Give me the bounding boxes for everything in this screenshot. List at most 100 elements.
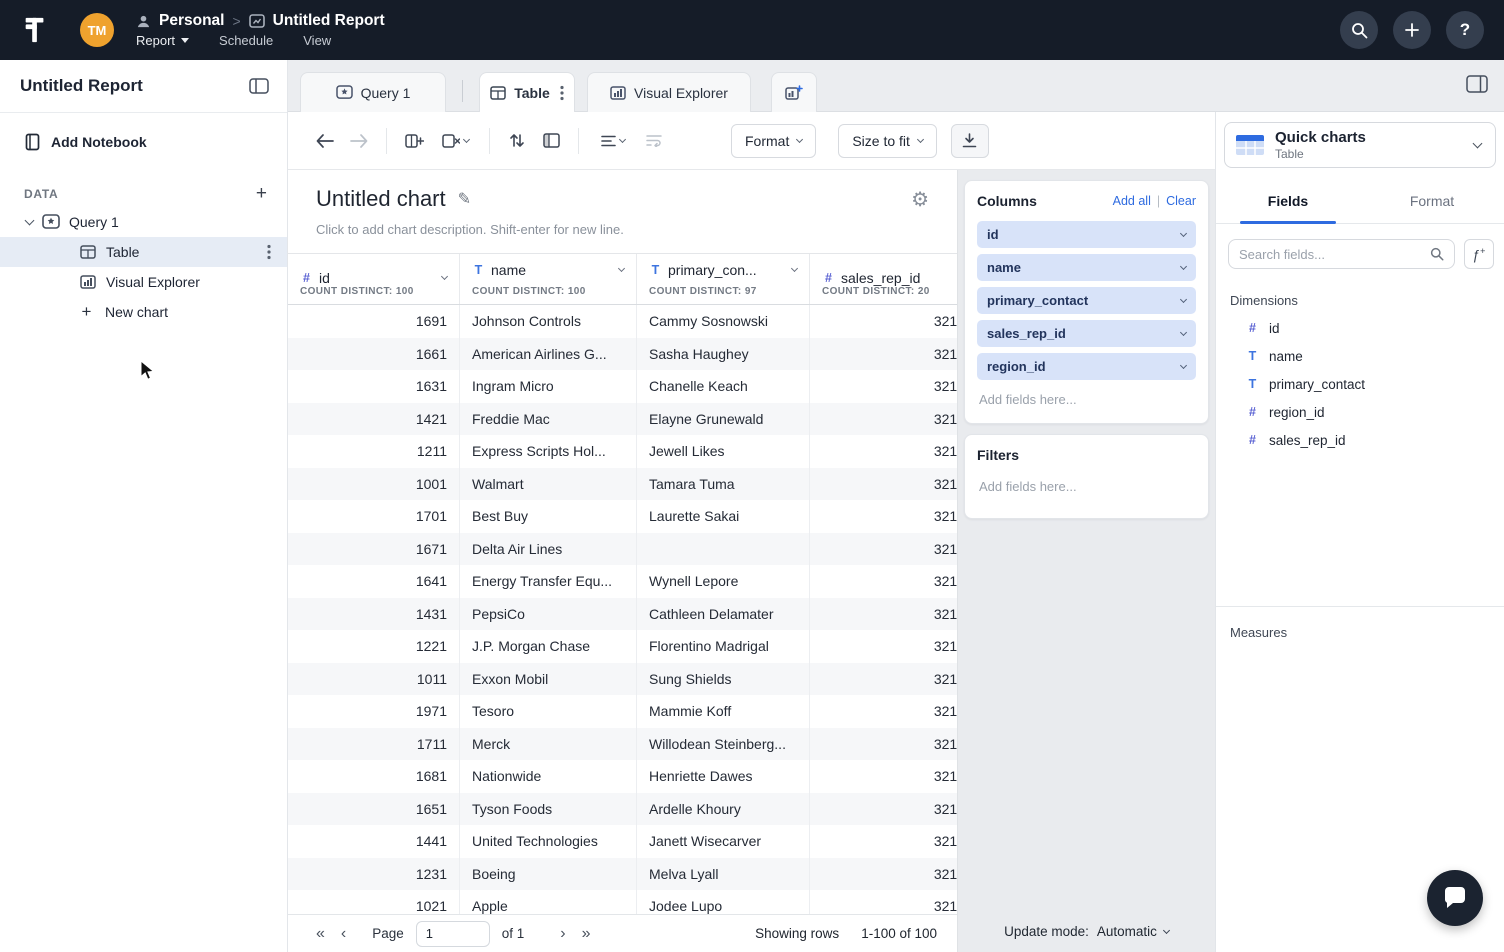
cell-id[interactable]: 1971 <box>288 695 460 728</box>
kebab-menu-icon[interactable] <box>267 244 271 260</box>
undo-back-button[interactable] <box>308 124 342 158</box>
format-button[interactable]: Format <box>731 124 816 158</box>
cell-id[interactable]: 1211 <box>288 435 460 468</box>
cell-name[interactable]: Delta Air Lines <box>460 533 637 566</box>
table-row[interactable]: 1671Delta Air Lines3215 <box>288 533 957 566</box>
cell-name[interactable]: Walmart <box>460 468 637 501</box>
cell-name[interactable]: Exxon Mobil <box>460 663 637 696</box>
cell-name[interactable]: Energy Transfer Equ... <box>460 565 637 598</box>
cell-rep[interactable]: 3215 <box>810 695 957 728</box>
field-item-id[interactable]: #id <box>1216 314 1504 342</box>
table-row[interactable]: 1691Johnson ControlsCammy Sosnowski3215 <box>288 305 957 338</box>
table-row[interactable]: 1711MerckWillodean Steinberg...3215 <box>288 728 957 761</box>
cell-contact[interactable]: Chanelle Keach <box>637 370 810 403</box>
cell-contact[interactable]: Henriette Dawes <box>637 760 810 793</box>
add-notebook-button[interactable]: Add Notebook <box>0 113 287 159</box>
tab-table[interactable]: Table <box>479 72 575 112</box>
table-row[interactable]: 1011Exxon MobilSung Shields3215 <box>288 663 957 696</box>
cell-id[interactable]: 1011 <box>288 663 460 696</box>
cell-id[interactable]: 1691 <box>288 305 460 338</box>
chevron-down-icon[interactable] <box>441 273 448 280</box>
cell-contact[interactable]: Florentino Madrigal <box>637 630 810 663</box>
search-fields-input[interactable] <box>1239 247 1430 262</box>
cell-name[interactable]: Tyson Foods <box>460 793 637 826</box>
cell-name[interactable]: Johnson Controls <box>460 305 637 338</box>
cell-rep[interactable]: 3215 <box>810 370 957 403</box>
quick-charts-select[interactable]: Quick charts Table <box>1224 122 1496 168</box>
kebab-menu-icon[interactable] <box>560 85 564 101</box>
cell-id[interactable]: 1661 <box>288 338 460 371</box>
table-row[interactable]: 1631Ingram MicroChanelle Keach3215 <box>288 370 957 403</box>
add-data-button[interactable]: + <box>256 187 267 201</box>
cell-id[interactable]: 1421 <box>288 403 460 436</box>
cell-rep[interactable]: 3215 <box>810 793 957 826</box>
table-row[interactable]: 1221J.P. Morgan ChaseFlorentino Madrigal… <box>288 630 957 663</box>
delete-column-button[interactable] <box>431 124 479 158</box>
column-pill-region_id[interactable]: region_id <box>977 353 1196 380</box>
text-align-button[interactable] <box>589 124 637 158</box>
cell-id[interactable]: 1441 <box>288 825 460 858</box>
cell-contact[interactable]: Elayne Grunewald <box>637 403 810 436</box>
cell-rep[interactable]: 3215 <box>810 825 957 858</box>
column-header-rep[interactable]: #sales_rep_idCOUNT DISTINCT: 20 <box>810 254 957 304</box>
table-row[interactable]: 1211Express Scripts Hol...Jewell Likes32… <box>288 435 957 468</box>
cell-rep[interactable]: 3215 <box>810 533 957 566</box>
edit-pencil-icon[interactable]: ✎ <box>458 189 471 209</box>
cell-id[interactable]: 1231 <box>288 858 460 891</box>
chevron-down-icon[interactable] <box>618 265 625 272</box>
column-header-id[interactable]: #idCOUNT DISTINCT: 100 <box>288 254 460 304</box>
add-button[interactable] <box>1393 11 1431 49</box>
next-page-icon[interactable]: › <box>552 925 573 943</box>
cell-contact[interactable]: Jewell Likes <box>637 435 810 468</box>
table-row[interactable]: 1231BoeingMelva Lyall3215 <box>288 858 957 891</box>
breadcrumb-workspace[interactable]: Personal <box>159 12 224 30</box>
user-avatar[interactable]: TM <box>80 13 114 47</box>
cell-rep[interactable]: 3215 <box>810 403 957 436</box>
add-all-link[interactable]: Add all <box>1113 194 1151 208</box>
cell-rep[interactable]: 3215 <box>810 630 957 663</box>
app-logo-icon[interactable] <box>18 16 52 44</box>
column-pill-id[interactable]: id <box>977 221 1196 248</box>
cell-id[interactable]: 1701 <box>288 500 460 533</box>
cell-id[interactable]: 1711 <box>288 728 460 761</box>
column-header-contact[interactable]: Tprimary_con...COUNT DISTINCT: 97 <box>637 254 810 304</box>
sidebar-item-query-1[interactable]: Query 1 <box>0 209 287 237</box>
cell-contact[interactable] <box>637 533 810 566</box>
cell-contact[interactable]: Laurette Sakai <box>637 500 810 533</box>
cell-contact[interactable]: Jodee Lupo <box>637 890 810 914</box>
cell-name[interactable]: Boeing <box>460 858 637 891</box>
panel-toggle-right-icon[interactable] <box>1466 75 1488 93</box>
cell-rep[interactable]: 3215 <box>810 890 957 914</box>
size-to-fit-button[interactable]: Size to fit <box>838 124 937 158</box>
table-row[interactable]: 1641Energy Transfer Equ...Wynell Lepore3… <box>288 565 957 598</box>
redo-forward-button[interactable] <box>342 124 376 158</box>
cell-rep[interactable]: 3215 <box>810 338 957 371</box>
cell-id[interactable]: 1001 <box>288 468 460 501</box>
chart-title[interactable]: Untitled chart <box>316 186 446 212</box>
cell-rep[interactable]: 3215 <box>810 565 957 598</box>
cell-id[interactable]: 1631 <box>288 370 460 403</box>
cell-rep[interactable]: 3215 <box>810 598 957 631</box>
cell-contact[interactable]: Sung Shields <box>637 663 810 696</box>
prev-page-icon[interactable]: ‹ <box>333 925 354 943</box>
table-row[interactable]: 1651Tyson FoodsArdelle Khoury3215 <box>288 793 957 826</box>
cell-rep[interactable]: 3215 <box>810 728 957 761</box>
cell-id[interactable]: 1021 <box>288 890 460 914</box>
tab-format[interactable]: Format <box>1360 180 1504 223</box>
table-row[interactable]: 1431PepsiCoCathleen Delamater3215 <box>288 598 957 631</box>
search-button[interactable] <box>1340 11 1378 49</box>
cell-contact[interactable]: Willodean Steinberg... <box>637 728 810 761</box>
cell-id[interactable]: 1681 <box>288 760 460 793</box>
tab-visual-explorer[interactable]: Visual Explorer <box>587 72 751 112</box>
cell-rep[interactable]: 3215 <box>810 760 957 793</box>
breadcrumb-report-title[interactable]: Untitled Report <box>273 12 385 30</box>
column-pill-name[interactable]: name <box>977 254 1196 281</box>
field-item-primary_contact[interactable]: Tprimary_contact <box>1216 370 1504 398</box>
cell-name[interactable]: Nationwide <box>460 760 637 793</box>
cell-name[interactable]: Tesoro <box>460 695 637 728</box>
cell-name[interactable]: American Airlines G... <box>460 338 637 371</box>
add-chart-tab-button[interactable] <box>771 72 817 112</box>
cell-name[interactable]: United Technologies <box>460 825 637 858</box>
cell-name[interactable]: J.P. Morgan Chase <box>460 630 637 663</box>
wrap-text-button[interactable] <box>637 124 671 158</box>
